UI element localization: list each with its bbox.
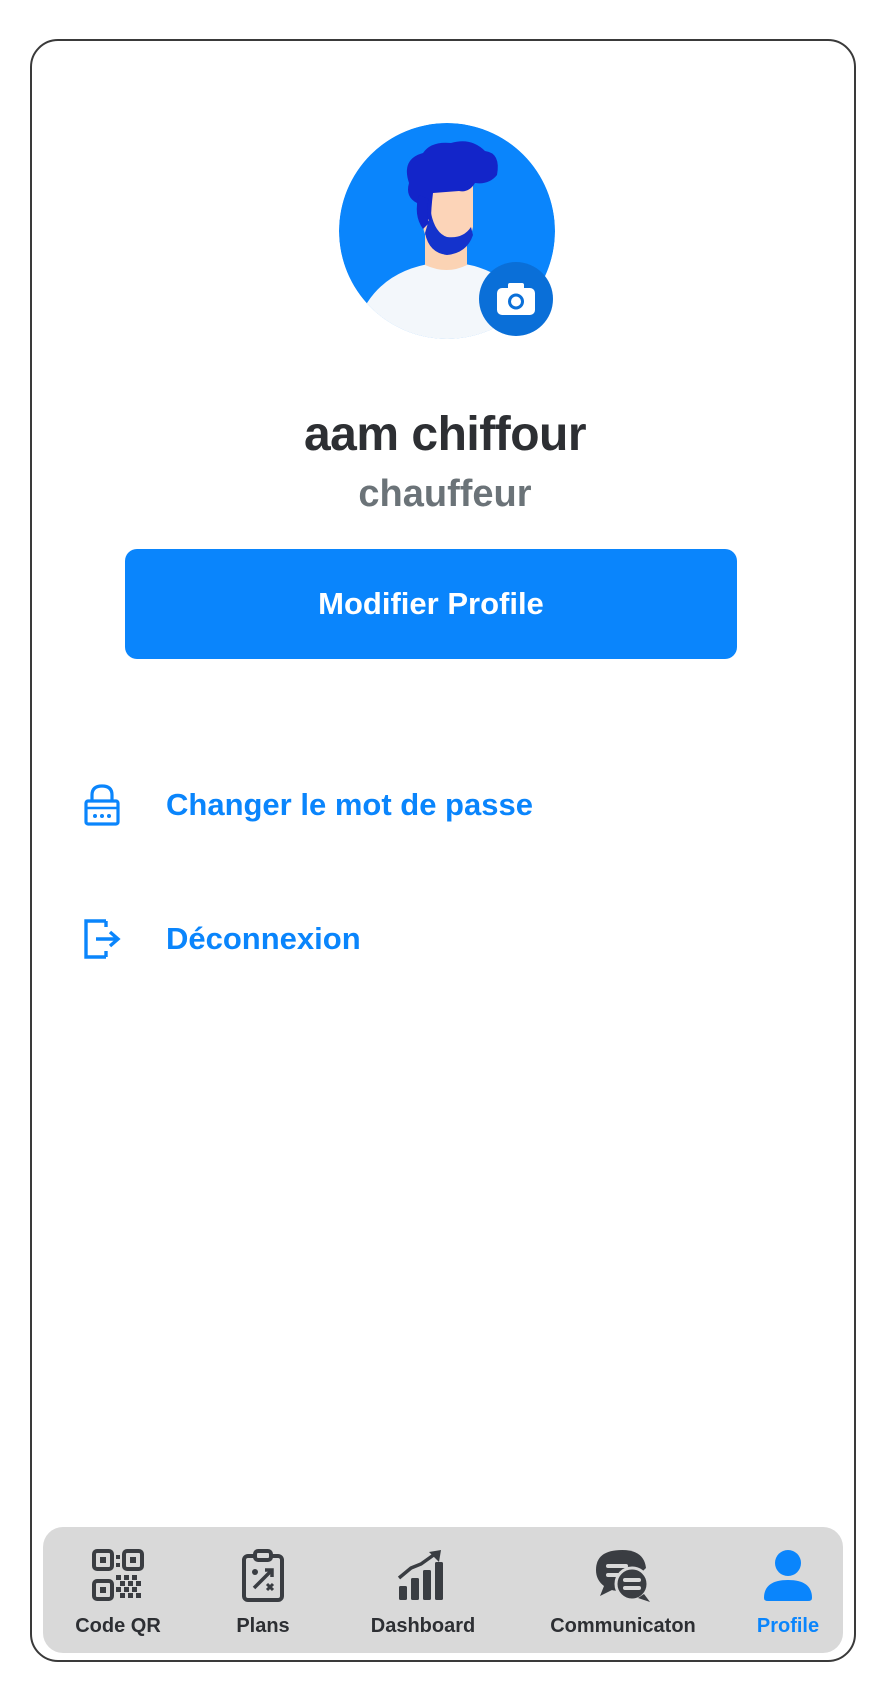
logout-icon <box>80 915 124 963</box>
bottom-nav: Code QR Plans Dashboard Communicaton Pro… <box>43 1527 843 1653</box>
nav-item-profile[interactable]: Profile <box>743 1527 833 1653</box>
bar-chart-icon <box>395 1547 451 1603</box>
phone-frame: aam chiffour chauffeur Modifier Profile … <box>30 39 856 1662</box>
change-photo-button[interactable] <box>479 262 553 336</box>
chat-bubbles-icon <box>592 1547 654 1603</box>
clipboard-plan-icon <box>241 1547 285 1603</box>
user-icon <box>761 1547 815 1603</box>
nav-item-code-qr[interactable]: Code QR <box>63 1527 173 1653</box>
nav-item-communication[interactable]: Communicaton <box>533 1527 713 1653</box>
change-password-item[interactable]: Changer le mot de passe <box>80 775 533 835</box>
edit-profile-button[interactable]: Modifier Profile <box>125 549 737 659</box>
qr-code-icon <box>92 1547 144 1603</box>
nav-label-plans: Plans <box>236 1615 290 1637</box>
user-role: chauffeur <box>358 473 532 515</box>
nav-label-communication: Communicaton <box>550 1615 696 1637</box>
lock-icon <box>80 781 124 829</box>
nav-item-dashboard[interactable]: Dashboard <box>343 1527 503 1653</box>
nav-label-dashboard: Dashboard <box>370 1615 476 1637</box>
change-password-label: Changer le mot de passe <box>166 787 533 822</box>
user-name: aam chiffour <box>303 408 587 461</box>
logout-label: Déconnexion <box>166 921 361 956</box>
camera-icon <box>497 283 535 315</box>
nav-label-profile: Profile <box>756 1615 820 1637</box>
nav-label-code-qr: Code QR <box>75 1615 161 1637</box>
logout-item[interactable]: Déconnexion <box>80 909 361 969</box>
nav-item-plans[interactable]: Plans <box>213 1527 313 1653</box>
